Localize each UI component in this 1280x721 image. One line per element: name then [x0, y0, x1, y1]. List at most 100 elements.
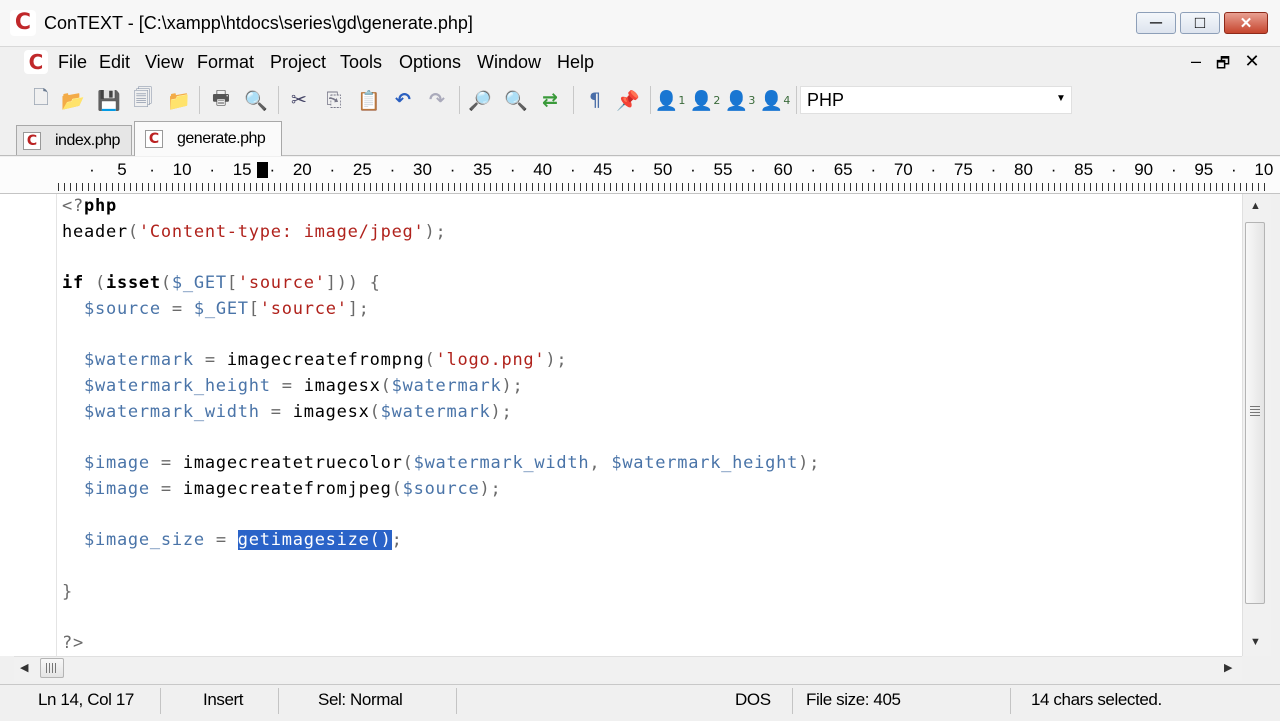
- code-token: $image_size: [83, 530, 205, 551]
- menu-options[interactable]: Options: [399, 52, 461, 73]
- print-preview-icon[interactable]: 🔍: [243, 86, 269, 114]
- user-1-icon[interactable]: 👤 1: [655, 86, 686, 114]
- copy-icon[interactable]: ⎘: [321, 86, 347, 114]
- save-icon[interactable]: 💾: [96, 86, 122, 114]
- cut-icon[interactable]: ✂: [286, 86, 312, 114]
- user-2-icon[interactable]: 👤 2: [690, 86, 721, 114]
- user-3-icon[interactable]: 👤 3: [725, 86, 756, 114]
- mdi-minimize-button[interactable]: –: [1186, 51, 1206, 72]
- mdi-restore-button[interactable]: 🗗: [1213, 53, 1233, 78]
- ruler-dot: ·: [930, 160, 937, 179]
- code-editor[interactable]: [0, 194, 1242, 656]
- menu-bar: [0, 47, 1280, 77]
- code-line[interactable]: $image = imagecreatefromjpeg($source);: [62, 479, 501, 499]
- tab-label: generate.php: [177, 130, 266, 147]
- menu-tools[interactable]: Tools: [340, 52, 382, 73]
- close-button[interactable]: ✕: [1224, 12, 1268, 34]
- open-project-icon[interactable]: 📁: [166, 86, 192, 114]
- code-token: (: [127, 221, 139, 242]
- minimize-button[interactable]: ─: [1136, 12, 1176, 34]
- code-line[interactable]: $image_size = getimagesize();: [62, 530, 403, 551]
- menu-window[interactable]: Window: [477, 52, 541, 73]
- menu-edit[interactable]: Edit: [99, 52, 130, 73]
- chevron-down-icon[interactable]: ▼: [1056, 93, 1066, 104]
- code-line[interactable]: $image = imagecreatetruecolor($watermark…: [62, 453, 820, 473]
- ruler-dot: ·: [750, 160, 756, 179]
- grip-icon: [46, 663, 58, 673]
- menu-project[interactable]: Project: [270, 52, 326, 73]
- user-4-icon[interactable]: 👤 4: [760, 86, 791, 114]
- document-logo-icon[interactable]: C: [24, 50, 48, 74]
- code-token: $watermark_width: [83, 401, 260, 422]
- ruler-dot: ·: [389, 160, 396, 179]
- find-icon[interactable]: 🔎: [467, 86, 493, 114]
- code-token: $watermark: [391, 375, 502, 396]
- ruler-dot: ·: [1050, 160, 1057, 179]
- menu-view[interactable]: View: [145, 52, 184, 73]
- save-all-icon[interactable]: 🗐: [130, 86, 156, 114]
- open-folder-icon[interactable]: 📂: [60, 86, 86, 114]
- app-logo-icon: C: [10, 10, 36, 36]
- code-line[interactable]: }: [62, 582, 73, 602]
- code-line[interactable]: ?>: [62, 633, 84, 653]
- undo-icon[interactable]: ↶: [390, 86, 416, 114]
- new-file-icon[interactable]: 🗋: [28, 86, 54, 114]
- scroll-left-icon[interactable]: ◀: [20, 661, 28, 674]
- code-token: <?: [62, 196, 84, 216]
- status-separator: [1010, 688, 1011, 714]
- status-separator: [160, 688, 161, 714]
- maximize-button[interactable]: □: [1180, 12, 1220, 34]
- ruler-number: 15: [232, 160, 252, 179]
- code-token: ;: [391, 530, 403, 551]
- ruler-number: 90: [1134, 160, 1154, 179]
- code-line[interactable]: if (isset($_GET['source'])) {: [62, 273, 381, 293]
- code-token: );: [479, 478, 502, 499]
- menu-format[interactable]: Format: [197, 52, 254, 73]
- code-token: php: [83, 196, 117, 216]
- code-line[interactable]: $watermark_height = imagesx($watermark);: [62, 376, 523, 396]
- ruler-number: 10: [172, 160, 192, 179]
- ruler-dot: ·: [329, 160, 336, 179]
- code-token: imagecreatefrompng: [226, 350, 425, 371]
- ruler-ticks: [58, 183, 1270, 191]
- print-icon[interactable]: 🖶: [208, 86, 234, 114]
- code-token: imagecreatefromjpeg: [182, 478, 392, 499]
- code-token: header: [62, 221, 128, 242]
- code-token: $_GET: [193, 298, 249, 319]
- scroll-right-icon[interactable]: ▶: [1224, 661, 1232, 674]
- redo-icon[interactable]: ↷: [424, 86, 450, 114]
- replace-icon[interactable]: ⇄: [537, 86, 563, 114]
- menu-help[interactable]: Help: [557, 52, 594, 73]
- mdi-close-button[interactable]: ✕: [1242, 51, 1262, 72]
- ruler-number: 30: [413, 160, 432, 179]
- horizontal-scrollbar[interactable]: [14, 656, 1242, 681]
- close-icon: ✕: [1239, 15, 1253, 32]
- ruler-number: 75: [953, 160, 973, 179]
- code-token: $watermark_width: [413, 453, 590, 473]
- scroll-up-icon[interactable]: ▲: [1250, 200, 1261, 212]
- code-line[interactable]: $watermark = imagecreatefrompng('logo.pn…: [62, 350, 567, 370]
- code-token: =: [149, 453, 183, 473]
- find-next-icon[interactable]: 🔍: [503, 86, 529, 114]
- code-line[interactable]: $source = $_GET['source'];: [62, 299, 370, 319]
- code-line[interactable]: <?php: [62, 196, 117, 216]
- tab-generate-php[interactable]: C generate.php: [134, 121, 282, 156]
- scroll-down-icon[interactable]: ▼: [1250, 636, 1261, 648]
- pin-icon[interactable]: 📌: [615, 86, 641, 114]
- wordwrap-icon[interactable]: ¶: [582, 86, 608, 114]
- menu-file[interactable]: File: [58, 52, 87, 73]
- ruler-number: 85: [1074, 160, 1094, 179]
- code-line[interactable]: header('Content-type: image/jpeg');: [62, 222, 447, 242]
- code-token: =: [204, 530, 238, 551]
- code-token: imagesx: [292, 401, 370, 422]
- tab-index-php[interactable]: C index.php: [16, 125, 132, 155]
- code-token: );: [501, 375, 524, 396]
- ruler-number: 95: [1194, 160, 1214, 179]
- code-line[interactable]: $watermark_width = imagesx($watermark);: [62, 402, 512, 422]
- ruler-dot: ·: [1110, 160, 1117, 179]
- ruler-dot: ·: [1170, 160, 1177, 179]
- paste-icon[interactable]: 📋: [356, 86, 382, 114]
- ruler-dot: ·: [1231, 160, 1237, 179]
